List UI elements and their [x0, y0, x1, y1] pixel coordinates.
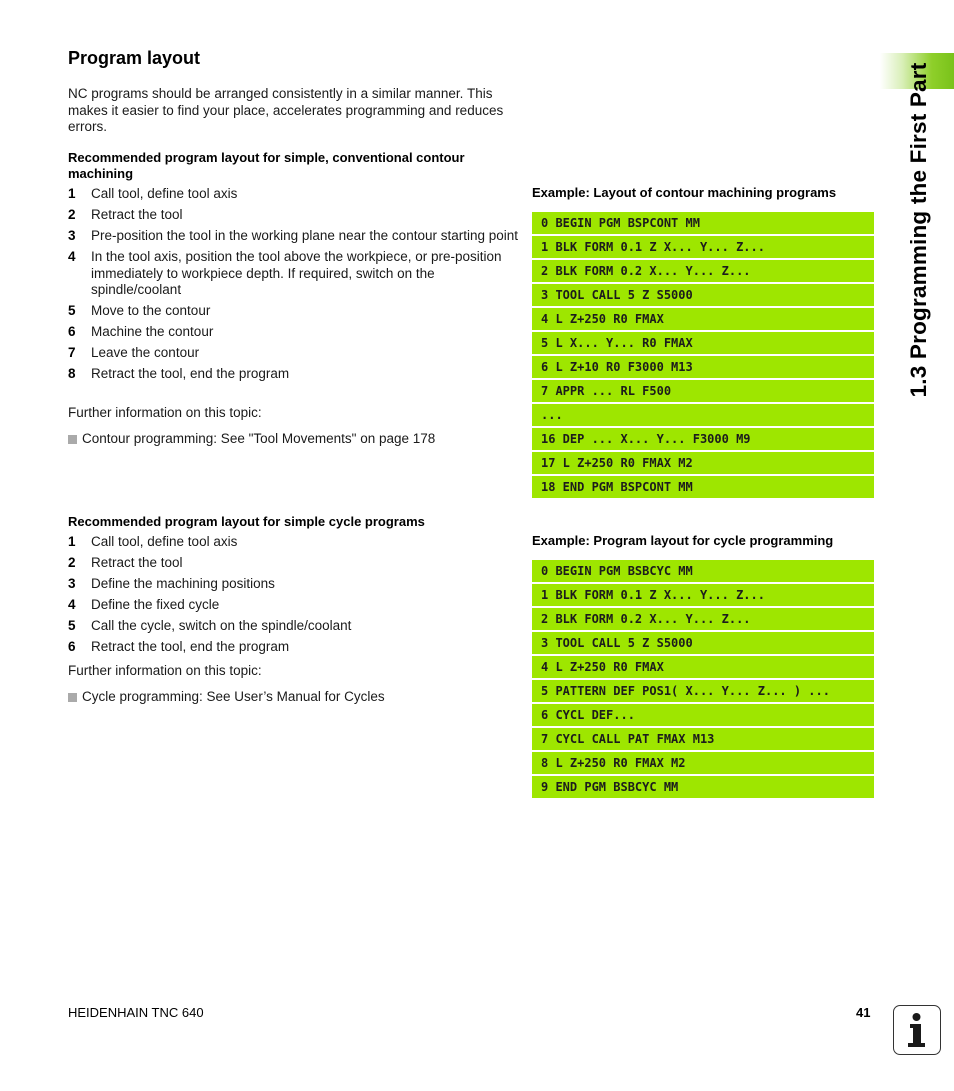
code-line: 18 END PGM BSPCONT MM: [532, 476, 874, 498]
step-item: 8 Retract the tool, end the program: [68, 366, 290, 381]
code-line: 3 TOOL CALL 5 Z S5000: [532, 284, 874, 306]
code-line: 17 L Z+250 R0 FMAX M2: [532, 452, 874, 474]
step-item: 2 Retract the tool: [68, 207, 183, 222]
code-line: 5 PATTERN DEF POS1( X... Y... Z... ) ...: [532, 680, 874, 702]
contour-reference[interactable]: Contour programming: See "Tool Movements…: [68, 431, 518, 448]
step-item: 6 Retract the tool, end the program: [68, 639, 290, 654]
code-line: ...: [532, 404, 874, 426]
contour-example-code: 0 BEGIN PGM BSPCONT MM 1 BLK FORM 0.1 Z …: [532, 212, 874, 500]
code-line: 5 L X... Y... R0 FMAX: [532, 332, 874, 354]
contour-heading: Recommended program layout for simple, c…: [68, 150, 465, 181]
code-line: 7 CYCL CALL PAT FMAX M13: [532, 728, 874, 750]
info-glyph-icon: [908, 1013, 925, 1047]
code-line: 1 BLK FORM 0.1 Z X... Y... Z...: [532, 236, 874, 258]
step-item: 3 Pre-position the tool in the working pl…: [68, 228, 519, 243]
code-line: 16 DEP ... X... Y... F3000 M9: [532, 428, 874, 450]
step-item: 1 Call tool, define tool axis: [68, 186, 238, 201]
page-number: 41: [856, 1005, 871, 1020]
code-line: 4 L Z+250 R0 FMAX: [532, 308, 874, 330]
cycle-example-title: Example: Program layout for cycle progra…: [532, 533, 834, 548]
code-line: 1 BLK FORM 0.1 Z X... Y... Z...: [532, 584, 874, 606]
cycle-heading: Recommended program layout for simple cy…: [68, 514, 425, 529]
step-item: 4 Define the fixed cycle: [68, 597, 220, 612]
code-line: 0 BEGIN PGM BSPCONT MM: [532, 212, 874, 234]
code-line: 4 L Z+250 R0 FMAX: [532, 656, 874, 678]
code-line: 6 L Z+10 R0 F3000 M13: [532, 356, 874, 378]
chapter-title: 1.3 Programming the First Part: [906, 62, 931, 398]
cycle-further-info: Further information on this topic:: [68, 663, 262, 678]
contour-steps: 1 Call tool, define tool axis 2 Retract th…: [68, 186, 518, 387]
step-item: 5 Call the cycle, switch on the spindle/c…: [68, 618, 352, 633]
code-line: 8 L Z+250 R0 FMAX M2: [532, 752, 874, 774]
cycle-steps: 1 Call tool, define tool axis 2 Retract th…: [68, 534, 518, 660]
intro-paragraph: NC programs should be arranged consisten…: [68, 86, 504, 134]
footer-product-name: HEIDENHAIN TNC 640: [68, 1005, 204, 1020]
code-line: 2 BLK FORM 0.2 X... Y... Z...: [532, 608, 874, 630]
step-item: 6 Machine the contour: [68, 324, 214, 339]
contour-reference-link[interactable]: Contour programming: See "Tool Movements…: [82, 431, 435, 448]
cycle-example-code: 0 BEGIN PGM BSBCYC MM 1 BLK FORM 0.1 Z X…: [532, 560, 874, 800]
step-item: 5 Move to the contour: [68, 303, 211, 318]
code-line: 0 BEGIN PGM BSBCYC MM: [532, 560, 874, 582]
step-item: 2 Retract the tool: [68, 555, 183, 570]
code-line: 7 APPR ... RL F500: [532, 380, 874, 402]
page-title: Program layout: [68, 48, 201, 68]
square-bullet-icon: [68, 692, 77, 702]
code-line: 2 BLK FORM 0.2 X... Y... Z...: [532, 260, 874, 282]
contour-further-info: Further information on this topic:: [68, 405, 262, 420]
cycle-reference[interactable]: Cycle programming: See User’s Manual for…: [68, 689, 518, 706]
info-icon: [893, 1005, 941, 1055]
step-item: 4 In the tool axis, position the tool abo…: [68, 249, 502, 297]
contour-example-title: Example: Layout of contour machining pro…: [532, 185, 837, 200]
code-line: 6 CYCL DEF...: [532, 704, 874, 726]
step-item: 3 Define the machining positions: [68, 576, 275, 591]
code-line: 3 TOOL CALL 5 Z S5000: [532, 632, 874, 654]
cycle-reference-link[interactable]: Cycle programming: See User’s Manual for…: [82, 689, 385, 706]
step-item: 7 Leave the contour: [68, 345, 200, 360]
square-bullet-icon: [68, 434, 77, 444]
code-line: 9 END PGM BSBCYC MM: [532, 776, 874, 798]
step-item: 1 Call tool, define tool axis: [68, 534, 238, 549]
